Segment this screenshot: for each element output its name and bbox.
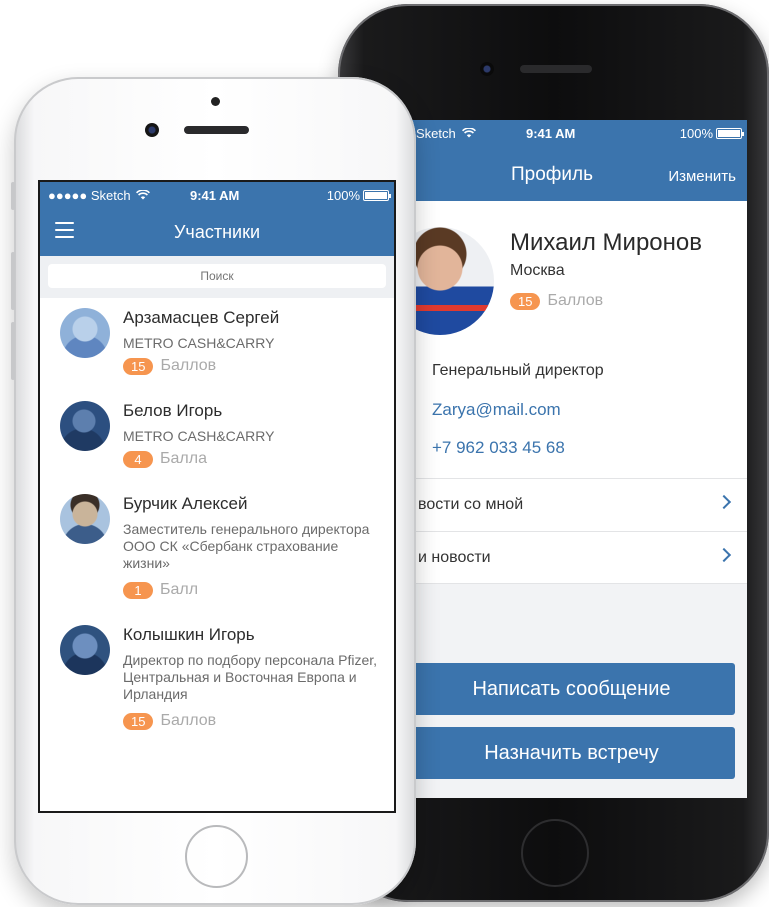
avatar: [60, 494, 110, 544]
camera-icon: [480, 62, 494, 76]
wifi-icon: [136, 188, 150, 203]
member-score: 15 Баллов: [123, 712, 216, 730]
chevron-right-icon: [716, 494, 732, 510]
status-bar: ●●●●● Sketch 9:41 AM 100%: [40, 188, 394, 204]
speaker-grille: [184, 126, 249, 134]
list-item-label: вости со мной: [418, 496, 524, 513]
score-badge: 4: [123, 450, 153, 468]
camera-icon: [145, 123, 159, 137]
avatar: [60, 401, 110, 451]
member-name: Арзамасцев Сергей: [123, 308, 280, 327]
members-screen: ●●●●● Sketch 9:41 AM 100% Участники Арза…: [38, 180, 396, 813]
avatar: [60, 625, 110, 675]
mute-switch: [11, 182, 15, 210]
score-badge: 15: [510, 292, 541, 310]
profile-email-link[interactable]: Zarya@mail.com: [432, 400, 561, 420]
speaker-grille: [520, 65, 592, 73]
profile-phone-link[interactable]: +7 962 033 45 68: [432, 438, 565, 458]
profile-city: Москва: [510, 262, 565, 279]
member-name: Белов Игорь: [123, 401, 223, 420]
carrier-label: ●●●●● Sketch: [48, 188, 131, 203]
chevron-right-icon: [716, 547, 732, 563]
page-title: Участники: [174, 222, 260, 242]
member-name: Бурчик Алексей: [123, 494, 248, 513]
search-input[interactable]: [48, 264, 386, 288]
member-score: 4 Балла: [123, 450, 207, 468]
send-message-button[interactable]: Написать сообщение: [408, 663, 735, 715]
battery-icon: [363, 190, 391, 201]
page-title: Профиль: [511, 164, 594, 185]
list-item-news-with-me[interactable]: вости со мной: [408, 478, 747, 531]
profile-header: Sketch 9:41 AM 100% Профиль Изменить: [408, 120, 747, 201]
profile-role: Генеральный директор: [432, 362, 604, 379]
members-header: ●●●●● Sketch 9:41 AM 100% Участники: [40, 182, 394, 256]
volume-down-button: [11, 322, 15, 380]
battery-status: 100%: [326, 188, 391, 203]
proximity-sensor: [211, 97, 220, 106]
battery-icon: [716, 128, 744, 139]
battery-status: 100%: [679, 126, 744, 141]
member-org: Директор по подбору персонала Pfizer, Це…: [123, 652, 378, 702]
score-label: Баллов: [160, 712, 217, 729]
list-item-news[interactable]: и новости: [408, 531, 747, 584]
profile-screen: Sketch 9:41 AM 100% Профиль Изменить Мих…: [408, 120, 747, 798]
score-label: Баллов: [547, 292, 604, 309]
member-name: Колышкин Игорь: [123, 625, 255, 644]
profile-name: Михаил Миронов: [510, 229, 702, 256]
status-bar: Sketch 9:41 AM 100%: [408, 126, 747, 142]
battery-percent: 100%: [679, 126, 713, 141]
member-org: Заместитель генерального директора ООО С…: [123, 521, 370, 571]
profile-score: 15 Баллов: [510, 292, 603, 310]
score-badge: 1: [123, 581, 153, 599]
schedule-meeting-button[interactable]: Назначить встречу: [408, 727, 735, 779]
score-label: Балл: [160, 581, 199, 598]
member-org: METRO CASH&CARRY: [123, 428, 275, 444]
search-bar: [40, 256, 394, 298]
score-label: Баллов: [160, 357, 217, 374]
volume-up-button: [11, 252, 15, 310]
member-score: 1 Балл: [123, 581, 198, 599]
carrier-label: Sketch: [416, 126, 456, 141]
avatar: [408, 227, 494, 335]
score-badge: 15: [123, 357, 154, 375]
member-score: 15 Баллов: [123, 357, 216, 375]
status-time: 9:41 AM: [526, 126, 576, 141]
battery-percent: 100%: [326, 188, 360, 203]
score-badge: 15: [123, 712, 154, 730]
member-org: METRO CASH&CARRY: [123, 335, 275, 351]
edit-button[interactable]: Изменить: [668, 168, 736, 185]
home-button[interactable]: [185, 825, 248, 888]
status-time: 9:41 AM: [190, 188, 240, 203]
home-button[interactable]: [521, 819, 589, 887]
score-label: Балла: [160, 450, 207, 467]
list-item-label: и новости: [418, 549, 491, 566]
avatar: [60, 308, 110, 358]
wifi-icon: [462, 126, 476, 141]
